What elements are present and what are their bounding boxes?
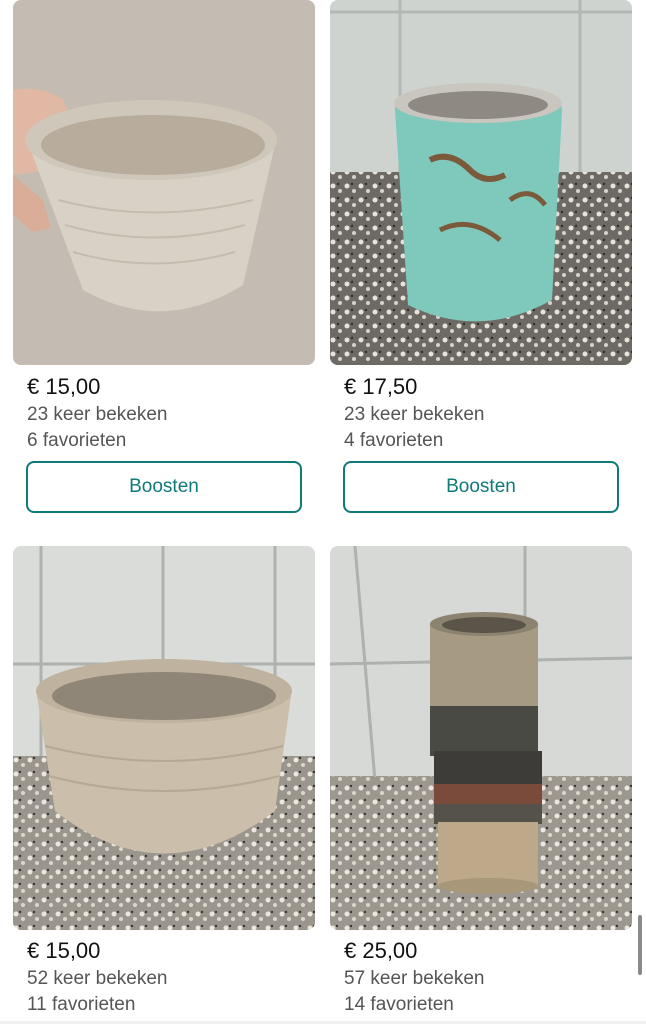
listing-photo[interactable]: [330, 546, 632, 930]
listing-favorites: 4 favorieten: [344, 430, 444, 451]
boost-button[interactable]: Boosten: [26, 461, 302, 513]
listing-photo[interactable]: [13, 0, 315, 365]
striped-vase-photo-image: [330, 546, 632, 930]
listing-views: 57 keer bekeken: [344, 968, 485, 989]
listing-favorites: 11 favorieten: [27, 994, 136, 1015]
pot-photo-image: [13, 546, 315, 930]
listing-favorites: 6 favorieten: [27, 430, 127, 451]
vase-photo-image: [330, 0, 632, 365]
listing-price: € 25,00: [344, 938, 418, 963]
listing-photo[interactable]: [330, 0, 632, 365]
listing-price: € 17,50: [344, 374, 418, 399]
listing-favorites: 14 favorieten: [344, 994, 454, 1015]
listing-price: € 15,00: [27, 374, 101, 399]
listing-views: 23 keer bekeken: [344, 404, 485, 425]
listing-price: € 15,00: [27, 938, 101, 963]
listing-photo[interactable]: [13, 546, 315, 930]
listing-views: 52 keer bekeken: [27, 968, 168, 989]
listing-views: 23 keer bekeken: [27, 404, 168, 425]
boost-button[interactable]: Boosten: [343, 461, 619, 513]
bowl-photo-image: [13, 0, 315, 365]
scrollbar[interactable]: [638, 915, 642, 975]
